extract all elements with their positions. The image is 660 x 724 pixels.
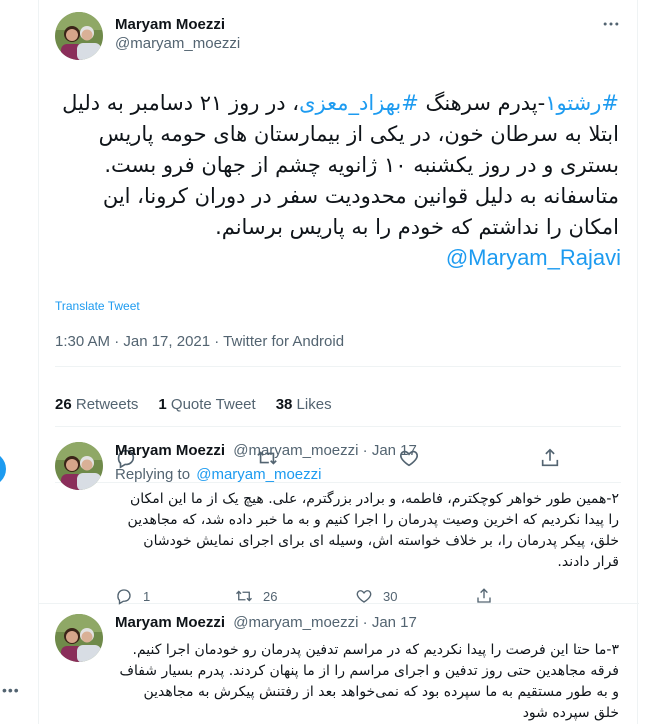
tweet-text-part: -پدرم سرهنگ bbox=[418, 91, 546, 115]
reply-count: 1 bbox=[143, 588, 151, 604]
hashtag-link[interactable]: #بهزاد_معزی bbox=[299, 91, 419, 115]
reply-actions: 1 26 30 bbox=[115, 587, 623, 605]
author-display-name[interactable]: Maryam Moezzi bbox=[115, 614, 225, 631]
likes-count: 38 bbox=[275, 396, 293, 413]
tweet-stats: 26 Retweets 1 Quote Tweet 38 Likes bbox=[55, 383, 621, 427]
retweet-count: 26 bbox=[263, 588, 278, 604]
tweet-timestamp[interactable]: 1:30 AM · Jan 17, 2021 · Twitter for And… bbox=[55, 333, 621, 367]
tweet-text: #رشتو۱-پدرم سرهنگ #بهزاد_معزی، در روز ۲۱… bbox=[55, 88, 621, 243]
mention-link[interactable]: @Maryam_Rajavi bbox=[55, 243, 621, 273]
author-display-name[interactable]: Maryam Moezzi bbox=[115, 442, 225, 459]
retweets-label: Retweets bbox=[75, 396, 139, 413]
replying-to: Replying to @maryam_moezzi bbox=[115, 466, 623, 483]
reply-header: Maryam Moezzi @maryam_moezzi · Jan 17 bbox=[115, 614, 623, 634]
reply-text: ۲-همین طور خواهر کوچکترم، فاطمه، و برادر… bbox=[127, 491, 619, 570]
like-count: 30 bbox=[383, 588, 398, 604]
author-handle[interactable]: @maryam_moezzi bbox=[233, 442, 358, 459]
likes-stat[interactable]: 38 Likes bbox=[276, 396, 332, 413]
replying-to-link[interactable]: @maryam_moezzi bbox=[196, 466, 321, 483]
avatar[interactable] bbox=[55, 442, 103, 490]
more-menu-icon[interactable]: ••• bbox=[2, 682, 20, 698]
author-display-name[interactable]: Maryam Moezzi bbox=[115, 16, 240, 33]
reply-icon bbox=[117, 589, 131, 605]
author-handle[interactable]: @maryam_moezzi bbox=[233, 614, 358, 631]
reply-header: Maryam Moezzi @maryam_moezzi · Jan 17 bbox=[115, 442, 623, 462]
author-names: Maryam Moezzi @maryam_moezzi bbox=[115, 16, 240, 52]
retweet-icon bbox=[236, 590, 252, 602]
quotes-stat[interactable]: 1 Quote Tweet bbox=[158, 396, 255, 413]
main-tweet: Maryam Moezzi @maryam_moezzi #رشتو۱-پدرم… bbox=[39, 0, 637, 483]
left-nav-edge: ••• bbox=[0, 0, 38, 724]
reply-time[interactable]: · Jan 17 bbox=[363, 442, 417, 459]
likes-label: Likes bbox=[296, 396, 332, 413]
quotes-count: 1 bbox=[158, 396, 167, 413]
compose-button-edge[interactable] bbox=[0, 452, 6, 486]
hashtag-link[interactable]: #رشتو۱ bbox=[545, 91, 619, 115]
retweet-action[interactable]: 26 bbox=[235, 587, 355, 605]
retweets-stat[interactable]: 26 Retweets bbox=[55, 396, 138, 413]
share-icon bbox=[477, 588, 491, 603]
reply-tweet[interactable]: Maryam Moezzi @maryam_moezzi · Jan 17 ۳-… bbox=[39, 604, 639, 724]
reply-time[interactable]: · Jan 17 bbox=[363, 614, 417, 631]
avatar[interactable] bbox=[55, 614, 103, 662]
like-action[interactable]: 30 bbox=[355, 587, 475, 605]
like-icon bbox=[356, 590, 372, 603]
reply-tweet[interactable]: Maryam Moezzi @maryam_moezzi · Jan 17 Re… bbox=[39, 432, 639, 605]
reply-action[interactable]: 1 bbox=[115, 587, 235, 605]
tweet-header: Maryam Moezzi @maryam_moezzi bbox=[55, 12, 621, 70]
avatar[interactable] bbox=[55, 12, 103, 60]
retweets-count: 26 bbox=[55, 396, 72, 413]
replying-to-label: Replying to bbox=[115, 466, 191, 483]
reply-text: ۳-ما حتا این فرصت را پیدا نکردیم که در م… bbox=[119, 642, 619, 721]
more-options-icon[interactable] bbox=[601, 14, 621, 39]
author-handle[interactable]: @maryam_moezzi bbox=[115, 35, 240, 52]
share-action[interactable] bbox=[475, 587, 595, 605]
tweet-thread-column: Maryam Moezzi @maryam_moezzi #رشتو۱-پدرم… bbox=[38, 0, 639, 724]
translate-tweet-link[interactable]: Translate Tweet bbox=[55, 299, 621, 313]
quotes-label: Quote Tweet bbox=[170, 396, 256, 413]
